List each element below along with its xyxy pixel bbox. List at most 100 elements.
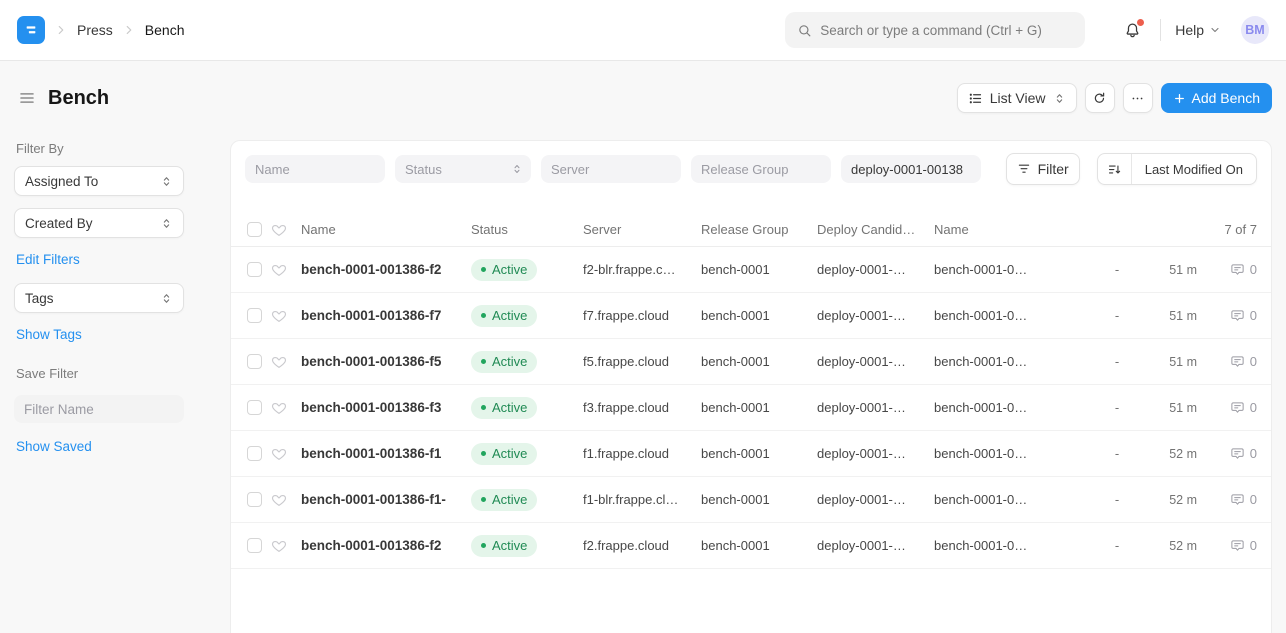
cell-status: Active xyxy=(471,351,583,373)
help-menu[interactable]: Help xyxy=(1175,22,1221,38)
favorite-icon[interactable] xyxy=(271,262,301,278)
row-checkbox[interactable] xyxy=(247,354,262,369)
cell-server: f3.frappe.cloud xyxy=(583,400,701,415)
status-dot-icon xyxy=(481,543,486,548)
view-selector-button[interactable]: List View xyxy=(957,83,1077,113)
page-title: Bench xyxy=(48,87,109,110)
favorite-icon[interactable] xyxy=(271,400,301,416)
release-group-filter-input[interactable] xyxy=(691,155,831,183)
table-row[interactable]: bench-0001-001386-f3 Active f3.frappe.cl… xyxy=(231,385,1271,431)
status-dot-icon xyxy=(481,451,486,456)
row-checkbox[interactable] xyxy=(247,400,262,415)
favorite-icon[interactable] xyxy=(271,308,301,324)
topbar-divider xyxy=(1160,19,1161,41)
favorite-icon[interactable] xyxy=(271,354,301,370)
status-label: Active xyxy=(492,354,527,369)
row-checkbox[interactable] xyxy=(247,538,262,553)
result-count: 7 of 7 xyxy=(1089,222,1257,237)
favorite-header-icon[interactable] xyxy=(271,222,301,238)
table-row[interactable]: bench-0001-001386-f1- Active f1-blr.frap… xyxy=(231,477,1271,523)
cell-comments: 0 xyxy=(1197,308,1257,323)
show-saved-link[interactable]: Show Saved xyxy=(16,439,92,454)
comment-count: 0 xyxy=(1250,538,1257,553)
breadcrumb-press[interactable]: Press xyxy=(77,22,113,38)
select-all-checkbox[interactable] xyxy=(247,222,262,237)
table-row[interactable]: bench-0001-001386-f2 Active f2.frappe.cl… xyxy=(231,523,1271,569)
column-header-name2: Name xyxy=(934,222,1089,237)
cell-deploy-candidate: deploy-0001-… xyxy=(817,446,934,461)
status-label: Active xyxy=(492,308,527,323)
status-label: Active xyxy=(492,400,527,415)
cell-assignee: - xyxy=(1089,354,1145,369)
sort-control[interactable]: Last Modified On xyxy=(1097,153,1257,185)
cell-modified: 51 m xyxy=(1145,309,1197,323)
filter-button[interactable]: Filter xyxy=(1006,153,1080,185)
chevron-up-down-icon xyxy=(511,163,523,175)
page-header: Bench List View xyxy=(16,81,1272,115)
cell-release-group: bench-0001 xyxy=(701,400,817,415)
assigned-to-select[interactable]: Assigned To xyxy=(14,166,184,196)
status-badge: Active xyxy=(471,305,537,327)
status-filter-label: Status xyxy=(405,162,442,177)
tags-select[interactable]: Tags xyxy=(14,283,184,313)
cell-assignee: - xyxy=(1089,446,1145,461)
add-bench-button[interactable]: Add Bench xyxy=(1161,83,1273,113)
row-checkbox[interactable] xyxy=(247,492,262,507)
cell-bench-name: bench-0001-001386-f2 xyxy=(301,538,471,553)
status-filter-select[interactable]: Status xyxy=(395,155,531,183)
notifications-button[interactable] xyxy=(1119,17,1146,44)
created-by-label: Created By xyxy=(25,216,93,231)
cell-name2: bench-0001-0… xyxy=(934,492,1089,507)
status-label: Active xyxy=(492,492,527,507)
cell-release-group: bench-0001 xyxy=(701,538,817,553)
status-dot-icon xyxy=(481,497,486,502)
favorite-icon[interactable] xyxy=(271,492,301,508)
cell-name2: bench-0001-0… xyxy=(934,538,1089,553)
global-search-input[interactable] xyxy=(820,23,1073,38)
status-label: Active xyxy=(492,538,527,553)
column-header-name: Name xyxy=(301,222,471,237)
cell-server: f7.frappe.cloud xyxy=(583,308,701,323)
table-row[interactable]: bench-0001-001386-f5 Active f5.frappe.cl… xyxy=(231,339,1271,385)
row-checkbox[interactable] xyxy=(247,262,262,277)
favorite-icon[interactable] xyxy=(271,538,301,554)
table-row[interactable]: bench-0001-001386-f7 Active f7.frappe.cl… xyxy=(231,293,1271,339)
favorite-icon[interactable] xyxy=(271,446,301,462)
column-header-status: Status xyxy=(471,222,583,237)
sidebar-toggle-button[interactable] xyxy=(16,87,38,109)
frappe-logo[interactable] xyxy=(17,16,45,44)
status-dot-icon xyxy=(481,405,486,410)
status-label: Active xyxy=(492,446,527,461)
cell-name2: bench-0001-0… xyxy=(934,354,1089,369)
cell-comments: 0 xyxy=(1197,492,1257,507)
table-header-row: Name Status Server Release Group Deploy … xyxy=(231,213,1271,247)
created-by-select[interactable]: Created By xyxy=(14,208,184,238)
assigned-to-label: Assigned To xyxy=(25,174,98,189)
show-tags-link[interactable]: Show Tags xyxy=(16,327,82,342)
row-checkbox[interactable] xyxy=(247,308,262,323)
status-badge: Active xyxy=(471,397,537,419)
cell-deploy-candidate: deploy-0001-… xyxy=(817,538,934,553)
cell-assignee: - xyxy=(1089,262,1145,277)
table-row[interactable]: bench-0001-001386-f1 Active f1.frappe.cl… xyxy=(231,431,1271,477)
edit-filters-link[interactable]: Edit Filters xyxy=(16,252,80,267)
name-filter-input[interactable] xyxy=(245,155,385,183)
comment-icon xyxy=(1230,538,1245,553)
filter-name-input[interactable] xyxy=(14,395,184,423)
cell-release-group: bench-0001 xyxy=(701,262,817,277)
global-search[interactable] xyxy=(785,12,1085,48)
table-row[interactable]: bench-0001-001386-f2 Active f2-blr.frapp… xyxy=(231,247,1271,293)
filter-sidebar: Filter By Assigned To Created By Edit Fi… xyxy=(14,141,184,470)
comment-icon xyxy=(1230,262,1245,277)
refresh-button[interactable] xyxy=(1085,83,1115,113)
more-actions-button[interactable] xyxy=(1123,83,1153,113)
cell-bench-name: bench-0001-001386-f7 xyxy=(301,308,471,323)
tags-label: Tags xyxy=(25,291,54,306)
breadcrumb-bench[interactable]: Bench xyxy=(145,22,185,38)
cell-bench-name: bench-0001-001386-f3 xyxy=(301,400,471,415)
deploy-candidate-filter-input[interactable] xyxy=(841,155,981,183)
server-filter-input[interactable] xyxy=(541,155,681,183)
row-checkbox[interactable] xyxy=(247,446,262,461)
avatar[interactable]: BM xyxy=(1241,16,1269,44)
cell-bench-name: bench-0001-001386-f2 xyxy=(301,262,471,277)
